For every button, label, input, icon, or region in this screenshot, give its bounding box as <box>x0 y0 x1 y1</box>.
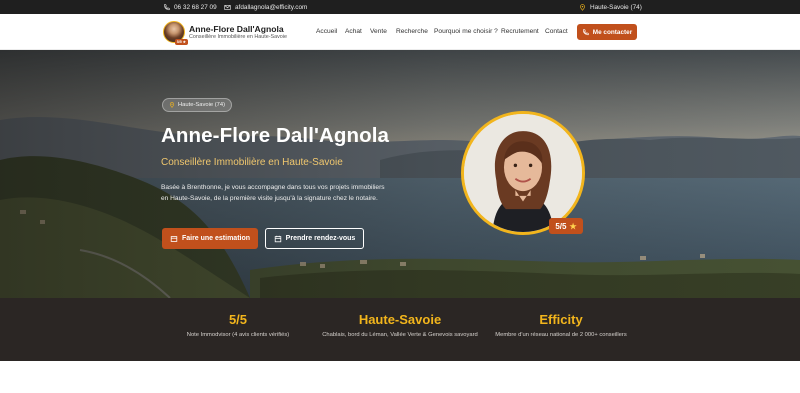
stats-band <box>0 298 800 361</box>
stat-value-region: Haute-Savoie <box>358 312 442 327</box>
map-pin-icon <box>580 3 585 11</box>
location-text: Haute-Savoie (74) <box>590 3 642 11</box>
stat-value-network: Efficity <box>539 312 583 327</box>
avatar-rating-badge: 5/5 ★ <box>174 39 188 45</box>
location-pill: Haute-Savoie (74) <box>162 98 232 112</box>
email-contact[interactable]: afdallagnola@efficity.com <box>224 0 307 14</box>
estimate-button[interactable]: Faire une estimation <box>162 228 258 249</box>
stat-label-rating: Note Immodvisor (4 avis clients vérifiés… <box>186 332 290 338</box>
phone-contact[interactable]: 06 32 68 27 09 <box>163 0 217 14</box>
top-info-bar: 06 32 68 27 09 afdallagnola@efficity.com… <box>0 0 800 14</box>
hero-description: Basée à Brenthonne, je vous accompagne d… <box>161 184 385 202</box>
hero-overlay <box>0 50 800 298</box>
stat-label-region: Chablais, bord du Léman, Vallée Verte & … <box>322 332 478 338</box>
map-pin-icon <box>169 102 175 108</box>
calendar-icon <box>274 235 281 242</box>
location-info: Haute-Savoie (74) <box>579 0 642 14</box>
page-title: Anne-Flore Dall'Agnola <box>161 124 390 147</box>
contact-cta-button[interactable]: Me contacter <box>577 24 637 40</box>
nav-link-accueil[interactable]: Accueil <box>316 28 337 35</box>
brand-name[interactable]: Anne-Flore Dall'Agnola <box>189 24 284 34</box>
phone-icon <box>582 28 589 35</box>
home-icon <box>170 235 178 242</box>
phone-icon <box>164 3 170 10</box>
nav-link-contact[interactable]: Contact <box>545 28 568 35</box>
appointment-button[interactable]: Prendre rendez-vous <box>265 228 364 249</box>
avatar[interactable]: 5/5 ★ <box>163 21 188 45</box>
star-icon: ★ <box>569 221 577 231</box>
portrait-photo <box>464 114 582 232</box>
hero-section <box>0 50 800 298</box>
stat-label-network: Membre d'un réseau national de 2 000+ co… <box>495 332 627 338</box>
rating-badge-value: 5/5 <box>555 221 567 231</box>
agent-portrait <box>461 111 585 235</box>
phone-number: 06 32 68 27 09 <box>174 3 217 11</box>
nav-link-recrutement[interactable]: Recrutement <box>501 28 539 35</box>
nav-link-pourquoi[interactable]: Pourquoi me choisir ? <box>434 28 498 35</box>
estimate-button-label: Faire une estimation <box>181 235 251 242</box>
stat-value-rating: 5/5 <box>228 312 248 327</box>
contact-cta-label: Me contacter <box>592 28 633 36</box>
appointment-button-label: Prendre rendez-vous <box>285 235 356 242</box>
nav-link-achat[interactable]: Achat <box>345 28 362 35</box>
mail-icon <box>224 4 231 10</box>
rating-badge: 5/5 ★ <box>549 218 583 234</box>
nav-link-recherche[interactable]: Recherche <box>396 28 428 35</box>
location-pill-text: Haute-Savoie (74) <box>177 102 226 108</box>
hero-subtitle: Conseillère Immobilière en Haute-Savoie <box>161 157 343 168</box>
email-address: afdallagnola@efficity.com <box>235 3 308 11</box>
nav-link-vente[interactable]: Vente <box>370 28 387 35</box>
brand-subtitle: Conseillère Immobilière en Haute-Savoie <box>189 34 287 40</box>
